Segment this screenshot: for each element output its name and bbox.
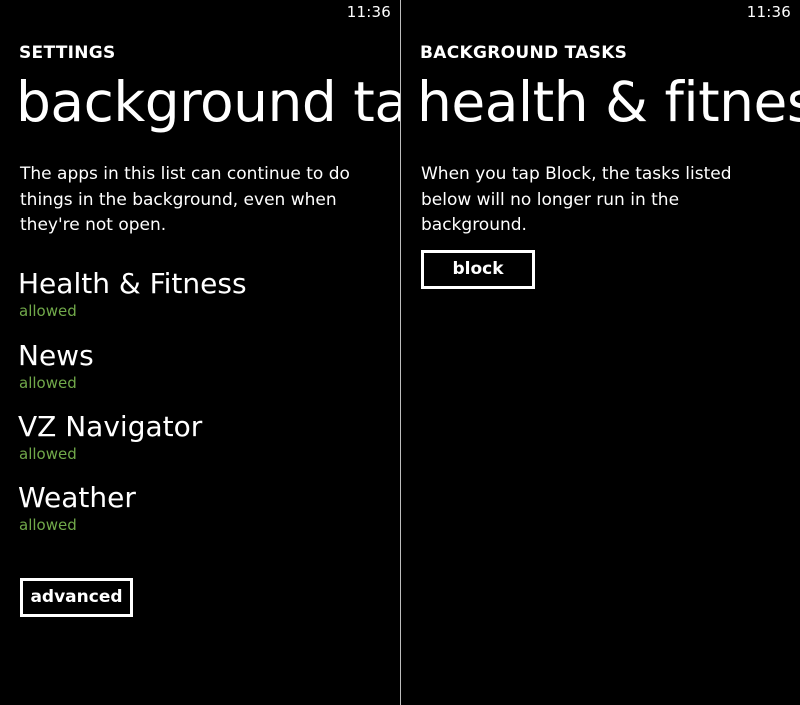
page-title: health & fitness [417,70,800,134]
page-description: The apps in this list can continue to do… [20,164,350,235]
app-title: BACKGROUND TASKS [420,43,628,63]
app-status: allowed [19,302,77,320]
app-status: allowed [19,516,77,534]
app-name: Weather [18,481,136,514]
status-bar-time: 11:36 [746,3,791,21]
app-title: SETTINGS [19,43,116,63]
app-name: VZ Navigator [18,410,203,443]
app-status: allowed [19,374,77,392]
app-list-item-weather[interactable]: Weather allowed [18,480,378,540]
app-list-item-vz-navigator[interactable]: VZ Navigator allowed [18,409,378,469]
app-list-item-health-fitness[interactable]: Health & Fitness allowed [18,266,378,326]
app-status: allowed [19,445,77,463]
app-list-item-news[interactable]: News allowed [18,338,378,398]
health-fitness-task-screen: 11:36 BACKGROUND TASKS health & fitness … [401,0,800,705]
page-description: When you tap Block, the tasks listed bel… [421,164,732,235]
app-name: Health & Fitness [18,267,247,300]
app-name: News [18,339,94,372]
page-title: background tasks [16,70,400,134]
background-tasks-screen: 11:36 SETTINGS background tasks The apps… [0,0,400,705]
advanced-button[interactable]: advanced [20,578,133,617]
block-button[interactable]: block [421,250,535,289]
status-bar-time: 11:36 [346,3,391,21]
